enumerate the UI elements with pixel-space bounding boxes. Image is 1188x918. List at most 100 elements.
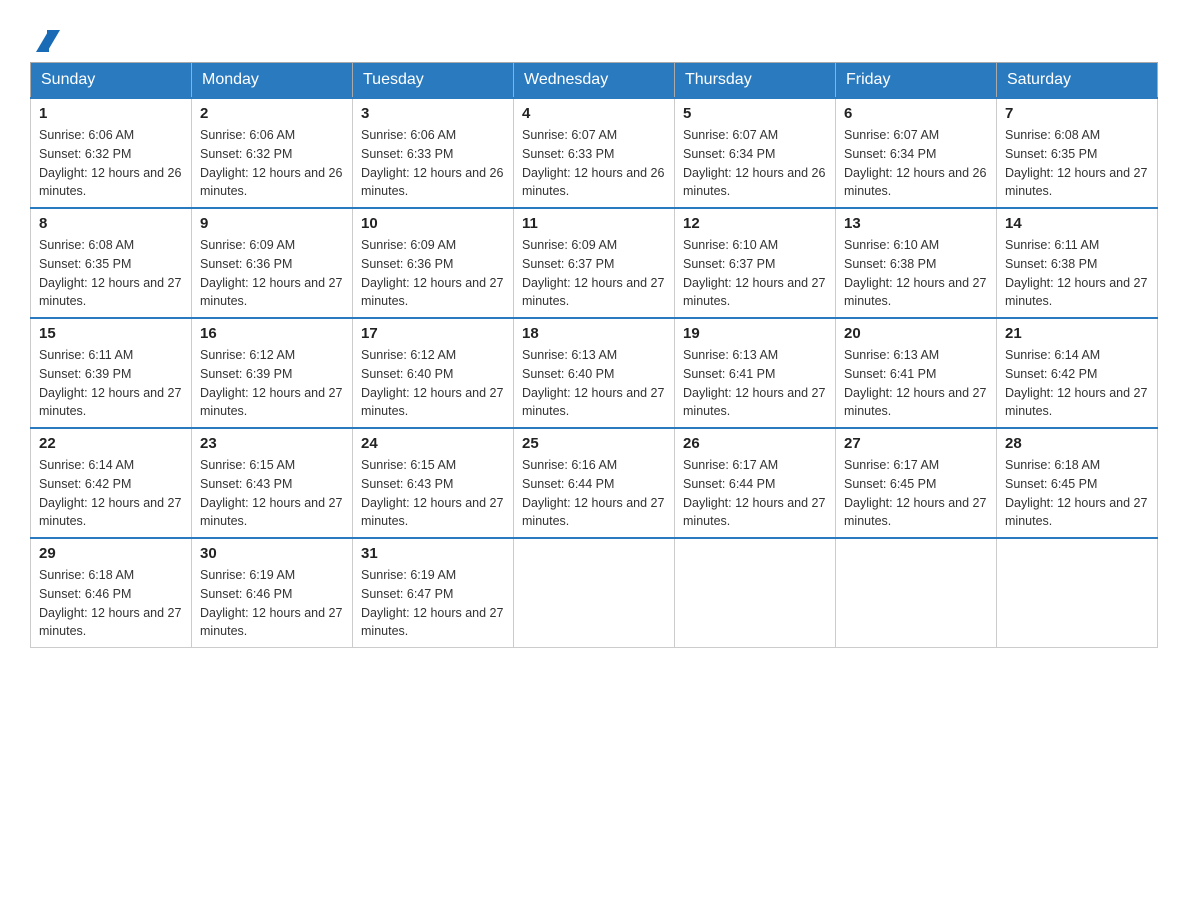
day-info: Sunrise: 6:14 AMSunset: 6:42 PMDaylight:… [1005,346,1149,421]
day-info: Sunrise: 6:08 AMSunset: 6:35 PMDaylight:… [39,236,183,311]
day-number: 28 [1005,435,1149,452]
day-number: 2 [200,105,344,122]
day-number: 7 [1005,105,1149,122]
day-info: Sunrise: 6:06 AMSunset: 6:33 PMDaylight:… [361,126,505,201]
calendar-cell [997,538,1158,648]
weekday-header-wednesday: Wednesday [514,63,675,99]
calendar-cell: 11 Sunrise: 6:09 AMSunset: 6:37 PMDaylig… [514,208,675,318]
weekday-header-monday: Monday [192,63,353,99]
day-number: 13 [844,215,988,232]
day-info: Sunrise: 6:15 AMSunset: 6:43 PMDaylight:… [200,456,344,531]
day-info: Sunrise: 6:07 AMSunset: 6:33 PMDaylight:… [522,126,666,201]
calendar-cell: 19 Sunrise: 6:13 AMSunset: 6:41 PMDaylig… [675,318,836,428]
calendar-cell: 26 Sunrise: 6:17 AMSunset: 6:44 PMDaylig… [675,428,836,538]
calendar-cell: 12 Sunrise: 6:10 AMSunset: 6:37 PMDaylig… [675,208,836,318]
day-info: Sunrise: 6:11 AMSunset: 6:39 PMDaylight:… [39,346,183,421]
day-info: Sunrise: 6:15 AMSunset: 6:43 PMDaylight:… [361,456,505,531]
day-info: Sunrise: 6:14 AMSunset: 6:42 PMDaylight:… [39,456,183,531]
day-number: 12 [683,215,827,232]
day-number: 3 [361,105,505,122]
calendar-cell: 18 Sunrise: 6:13 AMSunset: 6:40 PMDaylig… [514,318,675,428]
day-number: 1 [39,105,183,122]
day-number: 8 [39,215,183,232]
weekday-header-saturday: Saturday [997,63,1158,99]
day-info: Sunrise: 6:09 AMSunset: 6:37 PMDaylight:… [522,236,666,311]
week-row-2: 8 Sunrise: 6:08 AMSunset: 6:35 PMDayligh… [31,208,1158,318]
day-info: Sunrise: 6:19 AMSunset: 6:46 PMDaylight:… [200,566,344,641]
calendar-cell: 21 Sunrise: 6:14 AMSunset: 6:42 PMDaylig… [997,318,1158,428]
calendar-cell: 23 Sunrise: 6:15 AMSunset: 6:43 PMDaylig… [192,428,353,538]
day-number: 20 [844,325,988,342]
day-info: Sunrise: 6:18 AMSunset: 6:45 PMDaylight:… [1005,456,1149,531]
day-info: Sunrise: 6:06 AMSunset: 6:32 PMDaylight:… [200,126,344,201]
day-number: 29 [39,545,183,562]
day-info: Sunrise: 6:18 AMSunset: 6:46 PMDaylight:… [39,566,183,641]
calendar-cell: 4 Sunrise: 6:07 AMSunset: 6:33 PMDayligh… [514,98,675,208]
calendar-cell: 2 Sunrise: 6:06 AMSunset: 6:32 PMDayligh… [192,98,353,208]
day-number: 22 [39,435,183,452]
calendar-cell: 29 Sunrise: 6:18 AMSunset: 6:46 PMDaylig… [31,538,192,648]
day-number: 23 [200,435,344,452]
calendar-cell: 8 Sunrise: 6:08 AMSunset: 6:35 PMDayligh… [31,208,192,318]
day-info: Sunrise: 6:07 AMSunset: 6:34 PMDaylight:… [683,126,827,201]
day-info: Sunrise: 6:12 AMSunset: 6:39 PMDaylight:… [200,346,344,421]
day-info: Sunrise: 6:19 AMSunset: 6:47 PMDaylight:… [361,566,505,641]
day-info: Sunrise: 6:09 AMSunset: 6:36 PMDaylight:… [361,236,505,311]
day-info: Sunrise: 6:17 AMSunset: 6:44 PMDaylight:… [683,456,827,531]
day-number: 15 [39,325,183,342]
week-row-4: 22 Sunrise: 6:14 AMSunset: 6:42 PMDaylig… [31,428,1158,538]
logo-icon [34,30,60,52]
calendar-cell: 28 Sunrise: 6:18 AMSunset: 6:45 PMDaylig… [997,428,1158,538]
week-row-1: 1 Sunrise: 6:06 AMSunset: 6:32 PMDayligh… [31,98,1158,208]
weekday-header-row: SundayMondayTuesdayWednesdayThursdayFrid… [31,63,1158,99]
logo [30,20,60,52]
calendar-cell: 9 Sunrise: 6:09 AMSunset: 6:36 PMDayligh… [192,208,353,318]
day-info: Sunrise: 6:13 AMSunset: 6:41 PMDaylight:… [683,346,827,421]
day-number: 5 [683,105,827,122]
calendar-cell [675,538,836,648]
calendar-cell: 3 Sunrise: 6:06 AMSunset: 6:33 PMDayligh… [353,98,514,208]
calendar-cell: 20 Sunrise: 6:13 AMSunset: 6:41 PMDaylig… [836,318,997,428]
day-info: Sunrise: 6:08 AMSunset: 6:35 PMDaylight:… [1005,126,1149,201]
calendar-cell: 30 Sunrise: 6:19 AMSunset: 6:46 PMDaylig… [192,538,353,648]
calendar-cell: 14 Sunrise: 6:11 AMSunset: 6:38 PMDaylig… [997,208,1158,318]
calendar-cell: 31 Sunrise: 6:19 AMSunset: 6:47 PMDaylig… [353,538,514,648]
day-info: Sunrise: 6:10 AMSunset: 6:37 PMDaylight:… [683,236,827,311]
calendar-cell: 17 Sunrise: 6:12 AMSunset: 6:40 PMDaylig… [353,318,514,428]
day-number: 30 [200,545,344,562]
calendar-cell: 24 Sunrise: 6:15 AMSunset: 6:43 PMDaylig… [353,428,514,538]
weekday-header-tuesday: Tuesday [353,63,514,99]
day-info: Sunrise: 6:13 AMSunset: 6:40 PMDaylight:… [522,346,666,421]
day-number: 18 [522,325,666,342]
calendar-cell: 6 Sunrise: 6:07 AMSunset: 6:34 PMDayligh… [836,98,997,208]
day-info: Sunrise: 6:11 AMSunset: 6:38 PMDaylight:… [1005,236,1149,311]
logo-triangle-right [47,30,60,52]
day-info: Sunrise: 6:10 AMSunset: 6:38 PMDaylight:… [844,236,988,311]
day-info: Sunrise: 6:16 AMSunset: 6:44 PMDaylight:… [522,456,666,531]
calendar-cell: 16 Sunrise: 6:12 AMSunset: 6:39 PMDaylig… [192,318,353,428]
calendar-cell: 7 Sunrise: 6:08 AMSunset: 6:35 PMDayligh… [997,98,1158,208]
calendar-cell: 22 Sunrise: 6:14 AMSunset: 6:42 PMDaylig… [31,428,192,538]
calendar-table: SundayMondayTuesdayWednesdayThursdayFrid… [30,62,1158,648]
day-number: 4 [522,105,666,122]
day-number: 25 [522,435,666,452]
calendar-cell: 5 Sunrise: 6:07 AMSunset: 6:34 PMDayligh… [675,98,836,208]
weekday-header-thursday: Thursday [675,63,836,99]
logo-blue [30,30,60,52]
weekday-header-sunday: Sunday [31,63,192,99]
day-number: 24 [361,435,505,452]
day-number: 9 [200,215,344,232]
page-header [30,20,1158,52]
week-row-5: 29 Sunrise: 6:18 AMSunset: 6:46 PMDaylig… [31,538,1158,648]
day-number: 10 [361,215,505,232]
calendar-cell: 13 Sunrise: 6:10 AMSunset: 6:38 PMDaylig… [836,208,997,318]
day-info: Sunrise: 6:06 AMSunset: 6:32 PMDaylight:… [39,126,183,201]
calendar-cell: 25 Sunrise: 6:16 AMSunset: 6:44 PMDaylig… [514,428,675,538]
calendar-cell: 15 Sunrise: 6:11 AMSunset: 6:39 PMDaylig… [31,318,192,428]
day-number: 14 [1005,215,1149,232]
day-info: Sunrise: 6:12 AMSunset: 6:40 PMDaylight:… [361,346,505,421]
weekday-header-friday: Friday [836,63,997,99]
day-number: 16 [200,325,344,342]
calendar-cell [514,538,675,648]
week-row-3: 15 Sunrise: 6:11 AMSunset: 6:39 PMDaylig… [31,318,1158,428]
